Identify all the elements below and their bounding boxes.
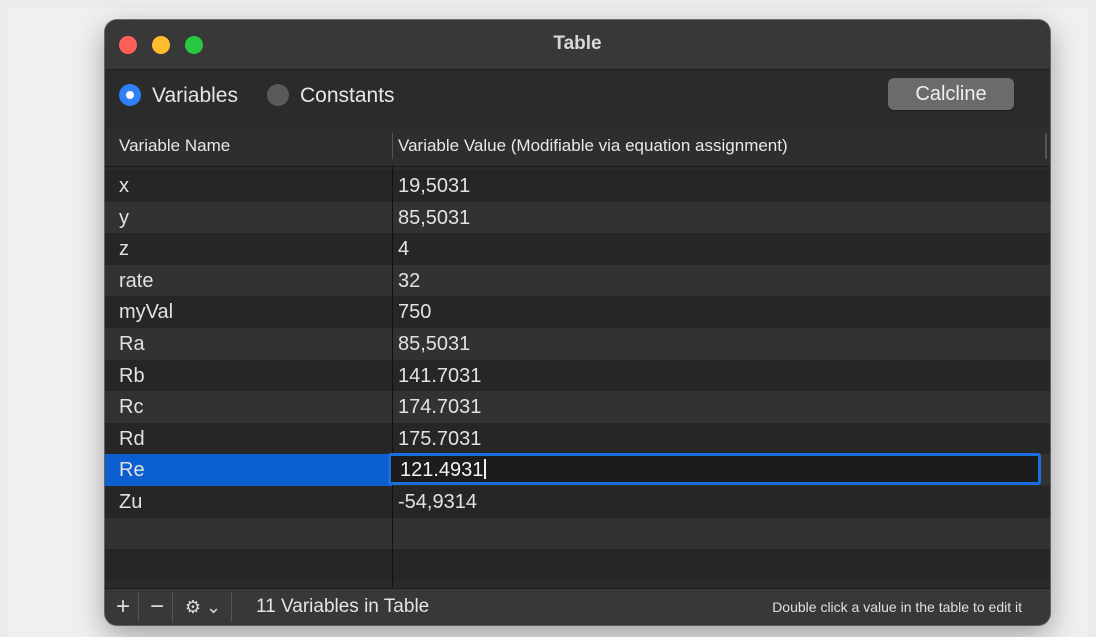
constants-radio-label[interactable]: Constants [300,84,395,108]
remove-variable-button[interactable]: − [143,593,171,621]
variable-name-cell: Zu [119,491,143,513]
table-row[interactable]: rate 32 [105,264,1050,297]
table-row[interactable]: y 85,5031 [105,201,1050,234]
variable-value-cell[interactable]: 750 [398,301,431,324]
table-row[interactable]: myVal 750 [105,296,1050,328]
table-row[interactable]: Ra 85,5031 [105,328,1050,360]
column-separator[interactable] [392,133,393,159]
footer-divider [172,592,173,622]
footer-divider [138,592,139,622]
table-row[interactable]: Zu -54,9314 [105,486,1050,518]
variable-name-cell: Rd [119,427,145,450]
variable-name-cell: Ra [119,333,145,355]
variable-value-cell[interactable]: 19,5031 [398,175,470,198]
table-window: Table Variables Constants Calcline Varia… [105,20,1050,625]
variable-value-cell[interactable]: 175.7031 [398,428,481,451]
variables-radio[interactable] [119,84,141,106]
variable-name-cell: myVal [119,301,174,324]
empty-table-row [105,517,1050,550]
selected-row-highlight [105,454,392,486]
variable-name-cell: Rb [119,364,145,387]
variable-value-cell[interactable]: -54,9314 [398,491,477,514]
variable-value-cell[interactable]: 4 [398,238,409,261]
variable-value-cell[interactable]: 32 [398,270,420,293]
constants-radio[interactable] [267,84,289,106]
column-header-variable-value[interactable]: Variable Value (Modifiable via equation … [398,136,788,156]
variable-name-cell: x [119,175,129,197]
window-title: Table [553,33,602,54]
variable-name-cell: y [119,206,129,229]
gear-menu-button[interactable]: ⚙︎ ⌄ [177,593,229,621]
column-header-variable-name[interactable]: Variable Name [119,136,230,156]
variable-name-cell: Rc [119,396,144,419]
variable-value-cell[interactable]: 85,5031 [398,207,470,230]
value-edit-field[interactable]: 121.4931 [388,453,1041,485]
variable-name-cell: rate [119,269,154,292]
table-row[interactable]: Rd 175.7031 [105,422,1050,455]
variable-value-cell[interactable]: 85,5031 [398,333,470,356]
variable-count-text: 11 Variables in Table [256,596,430,617]
table-row[interactable]: Rc 174.7031 [105,391,1050,423]
table-row[interactable]: x 19,5031 [105,170,1050,202]
add-variable-button[interactable]: + [109,593,137,621]
variables-radio-label[interactable]: Variables [152,84,238,108]
value-edit-text[interactable]: 121.4931 [400,459,487,482]
table-row[interactable]: Rb 141.7031 [105,359,1050,392]
column-divider [392,166,393,587]
text-caret [484,459,487,479]
variable-value-cell[interactable]: 174.7031 [398,396,481,419]
edit-hint-text: Double click a value in the table to edi… [772,599,1022,615]
column-resize-handle[interactable] [1045,133,1047,159]
calcline-button[interactable]: Calcline [888,78,1014,110]
table-row[interactable]: z 4 [105,233,1050,265]
empty-table-row [105,549,1050,581]
variable-name-cell: Re [119,459,145,482]
variable-name-cell: z [119,238,129,261]
footer-divider [231,592,232,622]
variable-value-cell[interactable]: 141.7031 [398,365,481,388]
title-bar[interactable]: Table [105,20,1050,70]
